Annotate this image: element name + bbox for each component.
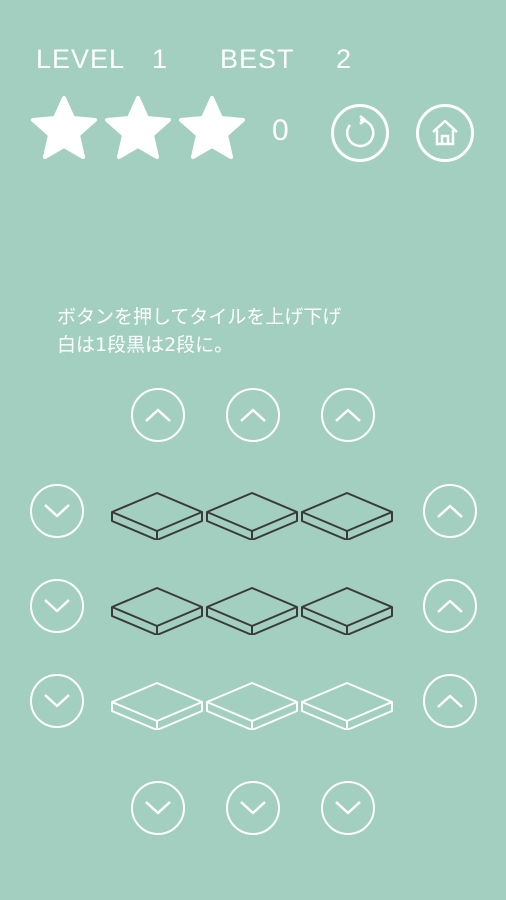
chevron-up-icon [145,408,171,422]
tile-dark [300,585,394,635]
chevron-up-icon [335,408,361,422]
row-3-up-button[interactable] [423,674,477,728]
score-value: 0 [272,114,289,147]
column-3-down-button[interactable] [321,781,375,835]
chevron-down-icon [44,694,70,708]
chevron-up-icon [437,504,463,518]
restart-button[interactable] [331,104,389,162]
restart-icon [346,115,375,148]
row-2-up-button[interactable] [423,579,477,633]
chevron-down-icon [44,504,70,518]
star-icon [178,95,246,161]
best-label: BEST [220,44,295,74]
chevron-up-icon [240,408,266,422]
tile-dark [110,490,204,540]
tile-dark [110,585,204,635]
column-1-up-button[interactable] [131,388,185,442]
tile-dark [300,490,394,540]
star-icon [104,95,172,161]
star-icon [30,95,98,161]
home-icon [432,119,458,146]
column-2-down-button[interactable] [226,781,280,835]
instructions-text: ボタンを押してタイルを上げ下げ 白は1段黒は2段に。 [57,306,342,356]
row-1-up-button[interactable] [423,484,477,538]
tile-white [300,680,394,730]
home-button[interactable] [416,104,474,162]
level-label: LEVEL [36,44,126,74]
chevron-up-icon [437,599,463,613]
chevron-down-icon [145,801,171,815]
row-3-down-button[interactable] [30,674,84,728]
row-2-down-button[interactable] [30,579,84,633]
level-value: 1 [152,44,169,74]
tile-white [110,680,204,730]
tile-dark [205,490,299,540]
tile-dark [205,585,299,635]
tile-white [205,680,299,730]
chevron-up-icon [437,694,463,708]
best-value: 2 [336,44,353,74]
column-3-up-button[interactable] [321,388,375,442]
chevron-down-icon [44,599,70,613]
chevron-down-icon [240,801,266,815]
row-1-down-button[interactable] [30,484,84,538]
column-1-down-button[interactable] [131,781,185,835]
column-2-up-button[interactable] [226,388,280,442]
star-rating [30,95,246,161]
chevron-down-icon [335,801,361,815]
